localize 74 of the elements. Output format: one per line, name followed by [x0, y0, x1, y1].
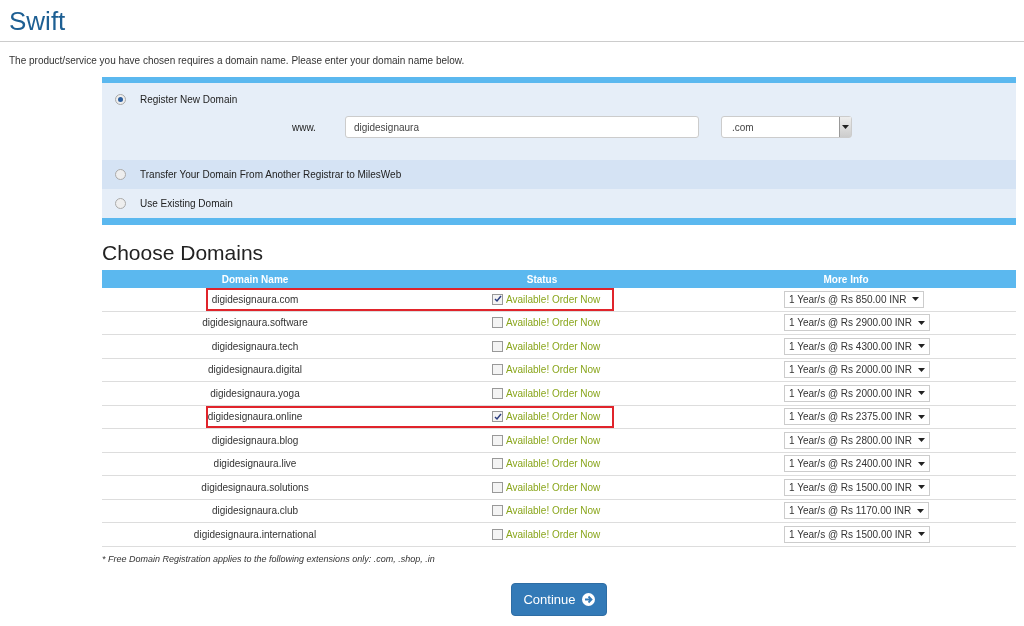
footnote: * Free Domain Registration applies to the following extensions only: .com, .shop, .in — [102, 553, 435, 564]
caret-icon — [918, 485, 925, 490]
column-header: More Info — [823, 273, 869, 285]
checkbox[interactable] — [492, 317, 503, 329]
price-dropdown[interactable]: 1 Year/s @ Rs 1500.00 INR — [784, 525, 930, 543]
caret-icon — [918, 461, 925, 466]
availability-status: Available! Order Now — [506, 434, 601, 446]
caret-icon — [918, 391, 925, 396]
caret-icon — [918, 320, 925, 325]
domain-name: digidesignaura.tech — [211, 340, 299, 352]
checkbox[interactable] — [492, 528, 503, 540]
availability-status: Available! Order Now — [506, 364, 601, 376]
domain-name: digidesignaura.international — [193, 528, 317, 540]
option-label: Use Existing Domain — [140, 198, 233, 209]
price-dropdown[interactable]: 1 Year/s @ Rs 2000.00 INR — [784, 384, 930, 402]
checkbox[interactable] — [492, 340, 503, 352]
price-dropdown[interactable]: 1 Year/s @ Rs 2000.00 INR — [784, 361, 930, 379]
caret-icon — [918, 344, 925, 349]
price-dropdown[interactable]: 1 Year/s @ Rs 2375.00 INR — [784, 408, 930, 426]
price-dropdown[interactable]: 1 Year/s @ Rs 1170.00 INR — [784, 502, 930, 520]
caret-icon — [912, 297, 920, 302]
availability-status: Available! Order Now — [506, 505, 601, 517]
domain-name: digidesignaura.club — [211, 505, 299, 517]
availability-status: Available! Order Now — [506, 317, 601, 329]
availability-status: Available! Order Now — [506, 387, 601, 399]
checkbox[interactable] — [492, 434, 503, 446]
price-dropdown[interactable]: 1 Year/s @ Rs 2900.00 INR — [784, 314, 930, 332]
www-label: www. — [292, 121, 316, 133]
caret-icon — [918, 367, 925, 372]
option-label: Register New Domain — [140, 94, 238, 105]
radio-button[interactable] — [115, 198, 126, 209]
price-dropdown[interactable]: 1 Year/s @ Rs 4300.00 INR — [784, 337, 930, 355]
availability-status: Available! Order Now — [506, 340, 601, 352]
caret-icon — [841, 125, 849, 129]
availability-status: Available! Order Now — [506, 481, 601, 493]
checkbox[interactable] — [492, 364, 503, 376]
section-heading: Choose Domains — [102, 241, 264, 265]
availability-status: Available! Order Now — [506, 458, 601, 470]
caret-icon — [918, 414, 925, 419]
page-title: Swift — [9, 6, 66, 37]
checkbox[interactable] — [492, 293, 503, 305]
caret-icon — [917, 508, 925, 513]
checkbox[interactable] — [492, 481, 503, 493]
radio-button[interactable] — [115, 169, 126, 180]
checkbox[interactable] — [492, 387, 503, 399]
domain-name: digidesignaura.com — [211, 293, 299, 305]
tld-dropdown[interactable]: .com — [720, 116, 852, 138]
option-label: Transfer Your Domain From Another Registrar to MilesWeb — [140, 169, 402, 180]
domain-name: digidesignaura.yoga — [210, 387, 300, 399]
domain-name: digidesignaura.live — [213, 458, 297, 470]
domain-name: digidesignaura.solutions — [201, 481, 309, 493]
column-header: Status — [526, 273, 558, 285]
price-dropdown[interactable]: 1 Year/s @ Rs 1500.00 INR — [784, 478, 930, 496]
checkbox[interactable] — [492, 411, 503, 423]
arrow-circle-icon — [581, 592, 595, 606]
column-header: Domain Name — [221, 273, 289, 285]
checkbox[interactable] — [492, 458, 503, 470]
domain-name: digidesignaura.digital — [208, 364, 302, 376]
domain-input-field[interactable]: digidesignaura — [344, 116, 699, 138]
availability-status: Available! Order Now — [506, 411, 601, 423]
domain-name: digidesignaura.online — [207, 411, 303, 423]
availability-status: Available! Order Now — [506, 528, 601, 540]
caret-icon — [918, 438, 925, 443]
continue-button[interactable]: Continue — [511, 582, 607, 616]
availability-status: Available! Order Now — [506, 293, 601, 305]
caret-icon — [918, 532, 925, 537]
price-dropdown[interactable]: 1 Year/s @ Rs 850.00 INR — [784, 290, 925, 308]
checkbox[interactable] — [492, 505, 503, 517]
domain-name: digidesignaura.software — [202, 317, 308, 329]
price-dropdown[interactable]: 1 Year/s @ Rs 2800.00 INR — [784, 431, 930, 449]
radio-button[interactable] — [115, 94, 126, 105]
intro-text: The product/service you have chosen requires a domain name. Please enter your domain name below. — [9, 55, 465, 66]
price-dropdown[interactable]: 1 Year/s @ Rs 2400.00 INR — [784, 455, 930, 473]
domain-name: digidesignaura.blog — [211, 434, 299, 446]
